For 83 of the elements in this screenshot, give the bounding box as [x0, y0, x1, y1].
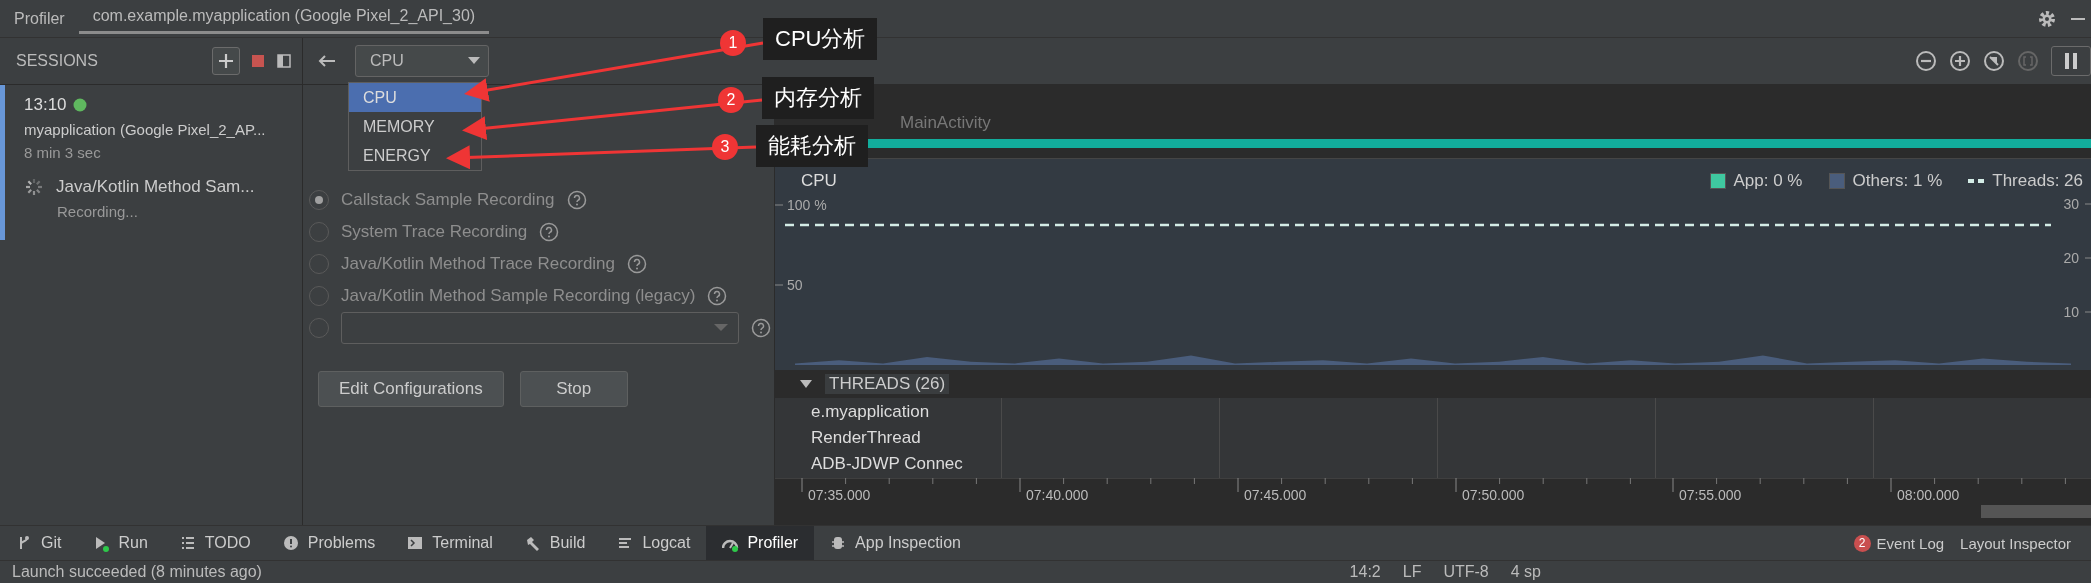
y-tick: 50: [775, 277, 803, 293]
plus-icon: [218, 53, 234, 69]
stop-button[interactable]: Stop: [519, 371, 628, 407]
status-item[interactable]: 14:2: [1349, 563, 1381, 581]
y-tick: 20: [2063, 250, 2091, 266]
annotation-label: CPU分析: [763, 18, 878, 60]
status-item[interactable]: 4 sp: [1510, 563, 1541, 581]
dropdown-option[interactable]: MEMORY: [349, 112, 481, 141]
help-icon[interactable]: [566, 189, 587, 210]
option-label: System Trace Recording: [341, 221, 528, 242]
add-session-button[interactable]: [212, 47, 240, 75]
expand-icon[interactable]: [799, 379, 813, 389]
option-label: Callstack Sample Recording: [341, 189, 555, 210]
tool-window-tab[interactable]: Git: [0, 526, 78, 560]
tool-window-tab[interactable]: Logcat: [601, 526, 707, 560]
annotation-label: 能耗分析: [756, 125, 868, 167]
activity-label: MainActivity: [900, 113, 991, 133]
status-message: Launch succeeded (8 minutes ago): [12, 563, 262, 581]
dropdown-option[interactable]: CPU: [349, 83, 481, 112]
tool-window-link[interactable]: Event Log: [1876, 534, 1945, 552]
help-icon[interactable]: [627, 253, 648, 274]
dropdown-option[interactable]: ENERGY: [349, 141, 481, 170]
reset-zoom-icon[interactable]: [1983, 50, 2005, 72]
zoom-in-icon[interactable]: [1949, 50, 1971, 72]
run-icon: [93, 534, 111, 552]
thread-name[interactable]: RenderThread: [811, 428, 986, 448]
y-tick: 10: [2063, 304, 2091, 320]
scrollbar-thumb[interactable]: [1981, 505, 2091, 518]
stop-icon[interactable]: [250, 53, 266, 69]
annotation-label: 内存分析: [762, 77, 874, 119]
back-arrow-icon[interactable]: [317, 53, 337, 69]
step-badge: 3: [712, 134, 738, 160]
help-icon[interactable]: [751, 317, 771, 338]
y-tick: 30: [2063, 196, 2091, 212]
recording-title: Java/Kotlin Method Sam...: [56, 177, 255, 197]
list-icon: [179, 534, 197, 552]
tool-window-tab[interactable]: Build: [508, 526, 602, 560]
option-label: Java/Kotlin Method Trace Recording: [341, 253, 616, 274]
help-icon[interactable]: [539, 221, 560, 242]
build-icon: [524, 534, 542, 552]
tool-window-tab[interactable]: TODO: [163, 526, 267, 560]
sessions-title: SESSIONS: [16, 52, 99, 70]
notification-badge: 2: [1853, 534, 1871, 552]
session-time: 13:10: [24, 95, 67, 115]
session-name: myapplication (Google Pixel_2_AP...: [24, 121, 267, 138]
tool-window-tab[interactable]: Profiler: [706, 526, 815, 560]
status-item[interactable]: LF: [1402, 563, 1422, 581]
legend-label: Others: 1 %: [1852, 171, 1943, 191]
window-tab[interactable]: Profiler: [0, 0, 79, 37]
pause-icon: [2064, 52, 2078, 70]
spinner-icon: [24, 177, 44, 197]
edit-configurations-button[interactable]: Edit Configurations: [318, 371, 504, 407]
option-label: Java/Kotlin Method Sample Recording (legacy): [341, 285, 696, 306]
settings-icon[interactable]: [2037, 8, 2057, 29]
profiler-dropdown[interactable]: CPU: [355, 45, 489, 77]
caret-icon: [714, 323, 728, 332]
time-axis: 07:35.000 07:40.000 07:45.000 07:50.000 07:55.000 08:00.000: [775, 478, 2091, 505]
panel-icon[interactable]: [276, 53, 292, 69]
legend-label: App: 0 %: [1733, 171, 1803, 191]
tool-window-tab[interactable]: App Inspection: [814, 526, 977, 560]
threads-title: THREADS (26): [825, 374, 950, 394]
step-badge: 2: [718, 87, 744, 113]
window-tab[interactable]: com.example.myapplication (Google Pixel_2_API_30): [78, 0, 490, 34]
caret-icon: [468, 57, 480, 65]
status-item[interactable]: UTF-8: [1443, 563, 1489, 581]
chart-title: CPU: [801, 171, 838, 191]
terminal-icon: [407, 534, 425, 552]
tool-window-tab[interactable]: Problems: [266, 526, 392, 560]
problems-icon: [282, 534, 300, 552]
session-duration: 8 min 3 sec: [24, 144, 102, 161]
session-item[interactable]: 13:10 myapplication (Google Pixel_2_AP... 8 min 3 sec Java/Kotlin Method Sam... Recording...: [0, 85, 302, 240]
y-tick: 100 %: [775, 197, 827, 213]
tool-window-link[interactable]: Layout Inspector: [1960, 534, 2071, 552]
tool-window-tab[interactable]: Terminal: [391, 526, 509, 560]
zoom-out-icon[interactable]: [1915, 50, 1937, 72]
thread-name[interactable]: e.myapplication: [811, 402, 986, 422]
pause-button[interactable]: [2051, 46, 2091, 76]
tool-window-tab[interactable]: Run: [77, 526, 164, 560]
recording-status: Recording...: [56, 203, 139, 220]
help-icon[interactable]: [707, 285, 728, 306]
legend-label: Threads: 26: [1992, 171, 2083, 191]
thread-name[interactable]: ADB-JDWP Connec: [811, 454, 986, 474]
step-badge: 1: [720, 30, 746, 56]
